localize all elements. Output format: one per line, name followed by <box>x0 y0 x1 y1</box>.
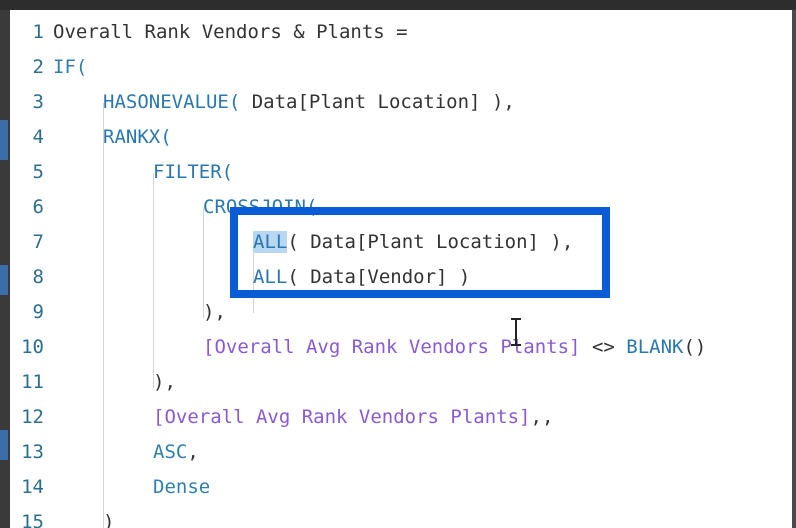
line-number: 13 <box>21 441 44 463</box>
line-number: 15 <box>21 511 44 528</box>
code-token: <> <box>580 336 627 358</box>
code-line[interactable]: 9), <box>10 295 792 330</box>
code-text: FILTER( <box>153 155 233 190</box>
left-panel-edge <box>0 10 10 528</box>
window-top-edge <box>0 0 796 10</box>
code-text: RANKX( <box>103 120 172 155</box>
side-indicator <box>0 120 8 160</box>
code-token: ,, <box>530 406 554 428</box>
code-text: ), <box>203 295 226 330</box>
code-text: Dense <box>153 470 210 505</box>
code-token: BLANK <box>626 336 684 358</box>
code-token: FILTER( <box>153 161 234 183</box>
code-token: ASC <box>153 441 188 463</box>
text-cursor-icon <box>511 318 521 346</box>
code-text: IF( <box>53 50 87 85</box>
side-indicator <box>0 430 8 460</box>
code-token: Overall Rank Vendors & Plants = <box>53 21 408 43</box>
code-line[interactable]: 5 FILTER( <box>10 155 792 190</box>
code-token: RANKX( <box>103 126 172 148</box>
code-text: Overall Rank Vendors & Plants = <box>53 15 408 50</box>
side-indicator <box>0 265 8 295</box>
code-token: Dense <box>153 476 211 498</box>
line-number: 8 <box>32 266 44 288</box>
code-line[interactable]: 1 Overall Rank Vendors & Plants = <box>10 15 792 50</box>
right-panel-edge <box>792 10 796 528</box>
line-number: 12 <box>21 406 44 428</box>
line-number: 1 <box>32 21 44 43</box>
code-line[interactable]: 15) <box>10 505 792 528</box>
code-token: ), <box>153 371 176 393</box>
code-token: [Overall Avg Rank Vendors Plants] <box>153 406 531 428</box>
code-line[interactable]: 13 ASC, <box>10 435 792 470</box>
code-token: [Overall Avg Rank Vendors Plants] <box>203 336 581 358</box>
code-text: [Overall Avg Rank Vendors Plants] <> BLA… <box>203 330 706 365</box>
code-token: Data[Plant Location] ), <box>240 91 515 113</box>
code-text: [Overall Avg Rank Vendors Plants],, <box>153 400 553 435</box>
code-token: () <box>683 336 707 358</box>
code-line[interactable]: 10 [Overall Avg Rank Vendors Plants] <> B… <box>10 330 792 365</box>
line-number: 10 <box>21 336 44 358</box>
line-number: 14 <box>21 476 44 498</box>
code-token: , <box>187 441 199 463</box>
code-text: ), <box>153 365 176 400</box>
code-line[interactable]: 2 IF( <box>10 50 792 85</box>
line-number: 4 <box>32 126 44 148</box>
code-line[interactable]: 3 HASONEVALUE( Data[Plant Location] ), <box>10 85 792 120</box>
line-number: 3 <box>32 91 44 113</box>
code-line[interactable]: 14 Dense <box>10 470 792 505</box>
line-number: 6 <box>32 196 44 218</box>
code-token: IF( <box>53 56 88 78</box>
annotation-highlight-box <box>230 207 610 298</box>
code-token: HASONEVALUE( <box>103 91 241 113</box>
code-token: ), <box>203 301 226 323</box>
code-line[interactable]: 11), <box>10 365 792 400</box>
code-token: ) <box>103 511 115 528</box>
line-number: 11 <box>21 371 44 393</box>
code-line[interactable]: 12 [Overall Avg Rank Vendors Plants],, <box>10 400 792 435</box>
code-text: HASONEVALUE( Data[Plant Location] ), <box>103 85 515 120</box>
line-number: 2 <box>32 56 44 78</box>
line-number: 7 <box>32 231 44 253</box>
code-line[interactable]: 4 RANKX( <box>10 120 792 155</box>
line-number: 5 <box>32 161 44 183</box>
code-text: ASC, <box>153 435 199 470</box>
code-text: ) <box>103 505 114 528</box>
line-number: 9 <box>32 301 44 323</box>
